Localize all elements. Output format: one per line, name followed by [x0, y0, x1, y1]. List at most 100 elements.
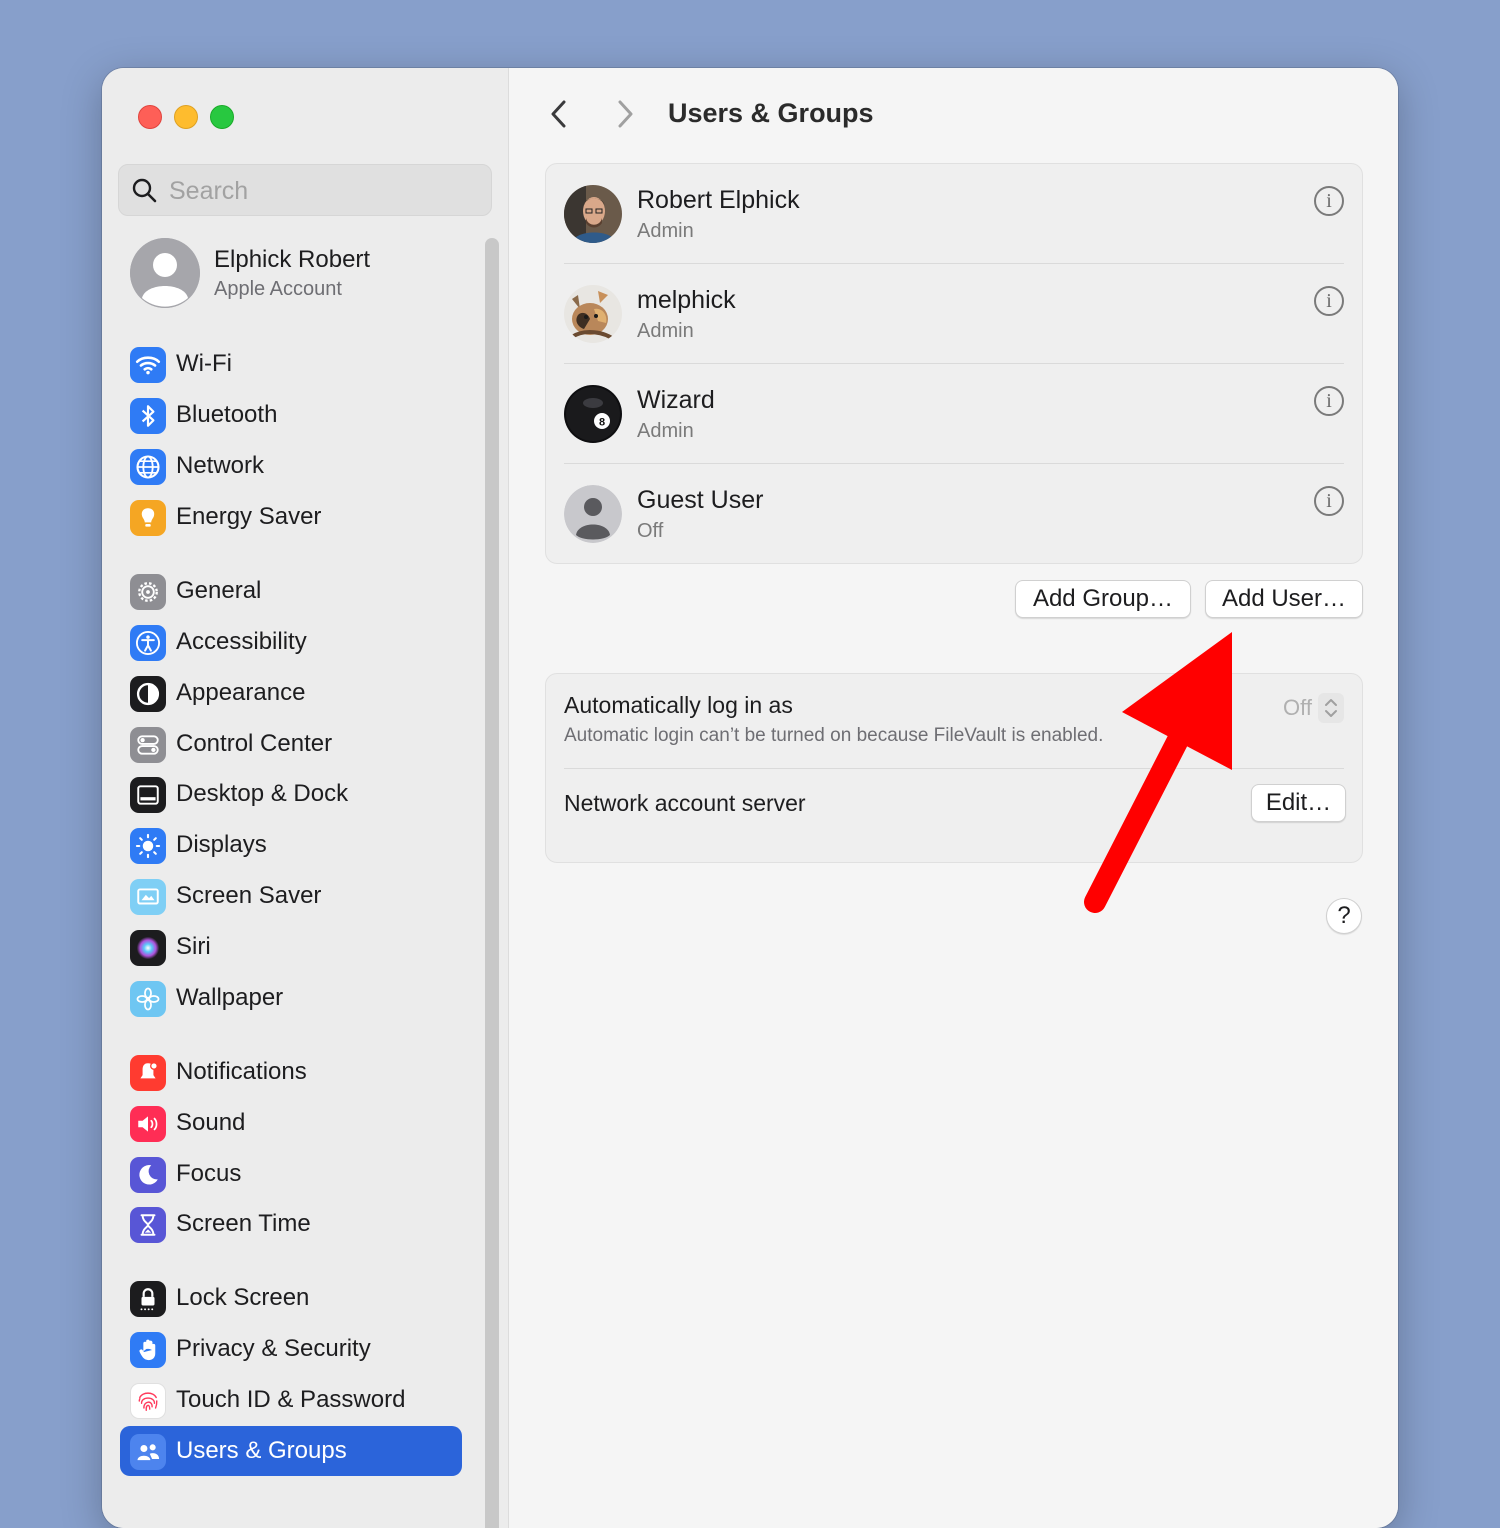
account-subtitle: Apple Account	[214, 278, 342, 300]
auto-login-title: Automatically log in as	[564, 692, 793, 718]
sidebar-item-control-center[interactable]: Control Center	[120, 720, 462, 768]
avatar	[564, 285, 622, 343]
sidebar-item-general[interactable]: General	[120, 567, 462, 615]
sidebar-item-siri[interactable]: Siri	[120, 923, 462, 971]
user-name: Robert Elphick	[637, 186, 800, 214]
auto-login-popup[interactable]: Off	[1266, 692, 1344, 724]
users-icon	[130, 1434, 166, 1470]
toggles-icon	[130, 727, 166, 763]
chevron-updown-icon	[1318, 693, 1344, 723]
sidebar-item-notifications[interactable]: Notifications	[120, 1048, 462, 1096]
edit-button[interactable]: Edit…	[1251, 784, 1346, 822]
minimize-button[interactable]	[174, 105, 198, 129]
lightbulb-icon	[130, 500, 166, 536]
sidebar-item-label: Appearance	[176, 679, 306, 706]
zoom-button[interactable]	[210, 105, 234, 129]
appearance-icon	[130, 676, 166, 712]
sidebar-item-label: Desktop & Dock	[176, 780, 349, 807]
sidebar-item-wallpaper[interactable]: Wallpaper	[120, 974, 462, 1022]
sidebar-item-users-groups[interactable]: Users & Groups	[120, 1426, 462, 1476]
info-icon[interactable]: i	[1314, 286, 1344, 316]
user-role: Admin	[637, 320, 694, 342]
globe-icon	[130, 449, 166, 485]
user-role: Admin	[637, 220, 694, 242]
sidebar-item-screen-saver[interactable]: Screen Saver	[120, 872, 462, 920]
user-role: Admin	[637, 420, 694, 442]
sidebar-item-bluetooth[interactable]: Bluetooth	[120, 391, 462, 439]
sidebar-item-energy-saver[interactable]: Energy Saver	[120, 493, 462, 541]
sun-icon	[130, 828, 166, 864]
user-row[interactable]: Robert Elphick Admin i	[546, 164, 1362, 264]
avatar	[564, 185, 622, 243]
wifi-icon	[130, 347, 166, 383]
moon-icon	[130, 1157, 166, 1193]
sidebar-item-sound[interactable]: Sound	[120, 1099, 462, 1147]
hourglass-icon	[130, 1207, 166, 1243]
eight-ball-icon: 8	[564, 385, 622, 443]
person-icon	[564, 485, 622, 543]
user-row[interactable]: melphick Admin i	[546, 264, 1362, 364]
login-settings-card: Automatically log in as Automatic login …	[545, 673, 1363, 863]
network-server-title: Network account server	[564, 790, 806, 816]
sidebar-item-label: Focus	[176, 1160, 242, 1187]
gear-icon	[130, 574, 166, 610]
sidebar-item-label: Wi-Fi	[176, 350, 232, 377]
info-icon[interactable]: i	[1314, 386, 1344, 416]
sidebar-item-network[interactable]: Network	[120, 442, 462, 490]
back-chevron-icon[interactable]	[543, 96, 575, 132]
user-row[interactable]: 8 Wizard Admin i	[546, 364, 1362, 464]
sidebar-item-desktop-dock[interactable]: Desktop & Dock	[120, 770, 462, 818]
sidebar-scrollbar[interactable]	[485, 238, 499, 1528]
sidebar-item-displays[interactable]: Displays	[120, 821, 462, 869]
sidebar-item-touch-id[interactable]: Touch ID & Password	[120, 1376, 462, 1424]
info-icon[interactable]: i	[1314, 186, 1344, 216]
svg-text:8: 8	[599, 417, 605, 429]
sidebar-item-label: Control Center	[176, 730, 333, 757]
apple-account-row[interactable]: Elphick Robert Apple Account	[130, 238, 490, 314]
page-title: Users & Groups	[668, 98, 874, 128]
close-button[interactable]	[138, 105, 162, 129]
screensaver-icon	[130, 879, 166, 915]
sidebar-item-label: Privacy & Security	[176, 1335, 371, 1362]
search-field[interactable]	[118, 164, 492, 216]
sidebar-item-label: Screen Time	[176, 1210, 311, 1237]
search-icon	[132, 178, 157, 203]
dock-icon	[130, 777, 166, 813]
sidebar-item-label: Siri	[176, 933, 211, 960]
sidebar-item-label: Accessibility	[176, 628, 307, 655]
bell-icon	[130, 1055, 166, 1091]
sidebar-item-label: Lock Screen	[176, 1284, 310, 1311]
user-name: Wizard	[637, 386, 715, 414]
sidebar-item-wifi[interactable]: Wi-Fi	[120, 340, 462, 388]
bluetooth-icon	[130, 398, 166, 434]
sidebar-item-screen-time[interactable]: Screen Time	[120, 1200, 462, 1248]
hand-icon	[130, 1332, 166, 1368]
sidebar-item-label: Energy Saver	[176, 503, 322, 530]
siri-icon	[130, 930, 166, 966]
speaker-icon	[130, 1106, 166, 1142]
users-list: Robert Elphick Admin i melphick Admin i …	[545, 163, 1363, 564]
account-name: Elphick Robert	[214, 246, 371, 273]
user-row[interactable]: Guest User Off i	[546, 464, 1362, 564]
add-user-button[interactable]: Add User…	[1205, 580, 1363, 618]
sidebar-item-label: Bluetooth	[176, 401, 278, 428]
sidebar-item-label: Wallpaper	[176, 984, 284, 1011]
info-icon[interactable]: i	[1314, 486, 1344, 516]
sidebar-item-label: Network	[176, 452, 265, 479]
help-button[interactable]: ?	[1326, 898, 1362, 934]
sidebar-item-appearance[interactable]: Appearance	[120, 669, 462, 717]
fingerprint-icon	[130, 1383, 166, 1419]
sidebar-item-label: Sound	[176, 1109, 246, 1136]
sidebar-item-privacy-security[interactable]: Privacy & Security	[120, 1325, 462, 1373]
search-input[interactable]	[167, 173, 471, 209]
add-group-button[interactable]: Add Group…	[1015, 580, 1191, 618]
avatar	[130, 238, 200, 308]
forward-chevron-icon[interactable]	[609, 96, 641, 132]
settings-window: Elphick Robert Apple Account Wi-Fi Bluet…	[102, 68, 1398, 1528]
sidebar-item-label: Notifications	[176, 1058, 307, 1085]
sidebar-item-focus[interactable]: Focus	[120, 1150, 462, 1198]
sidebar-item-lock-screen[interactable]: Lock Screen	[120, 1274, 462, 1322]
sidebar-item-accessibility[interactable]: Accessibility	[120, 618, 462, 666]
sidebar-item-label: Users & Groups	[176, 1437, 347, 1464]
sidebar: Elphick Robert Apple Account Wi-Fi Bluet…	[102, 68, 509, 1528]
